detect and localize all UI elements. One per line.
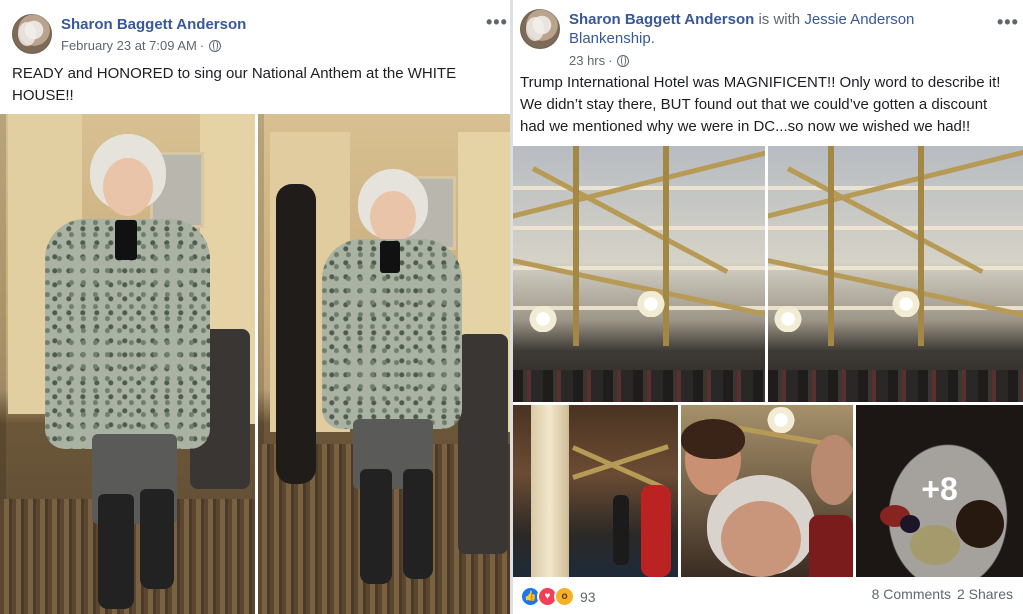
more-photos-tile[interactable]: +8 [856,405,1023,577]
author-avatar[interactable] [520,9,560,49]
post-left: Sharon Baggett Anderson February 23 at 7… [0,0,510,614]
more-options-icon[interactable]: ••• [486,12,508,33]
comments-count[interactable]: 8 Comments [872,586,951,602]
post-timestamp[interactable]: 23 hrs [569,53,605,68]
reaction-count: 93 [580,588,596,605]
post-stats: 8 Comments 2 Shares [872,586,1013,602]
author-name[interactable]: Sharon Baggett Anderson [569,11,754,28]
post-photo[interactable] [513,405,678,577]
post-text: READY and HONORED to sing our National A… [12,65,457,104]
post-photo[interactable] [513,146,765,402]
post-photo[interactable] [0,114,255,614]
shares-count[interactable]: 2 Shares [957,586,1013,602]
post-meta: February 23 at 7:09 AM · [61,38,222,53]
post-photo[interactable] [681,405,853,577]
author-line: Sharon Baggett Anderson is with Jessie A… [569,10,969,48]
post-timestamp[interactable]: February 23 at 7:09 AM [61,38,197,53]
more-photos-count[interactable]: +8 [856,471,1023,508]
with-text: is with [758,11,801,28]
post-photo[interactable] [768,146,1023,402]
wow-reaction-icon: o [554,586,575,607]
more-options-icon[interactable]: ••• [997,12,1019,33]
post-text: Trump International Hotel was MAGNIFICEN… [520,74,1001,135]
author-avatar[interactable] [12,14,52,54]
post-right: Sharon Baggett Anderson is with Jessie A… [513,0,1023,614]
author-line: Sharon Baggett Anderson [61,15,246,34]
background-person [276,184,316,484]
globe-icon [209,39,222,52]
meta-separator: · [199,38,205,53]
reactions-summary[interactable]: 👍 ♥ o 93 [520,586,596,607]
meta-separator: · [608,53,613,68]
author-name[interactable]: Sharon Baggett Anderson [61,16,246,33]
post-photo[interactable] [258,114,510,614]
globe-icon [617,54,630,67]
post-meta: 23 hrs · [569,53,630,68]
